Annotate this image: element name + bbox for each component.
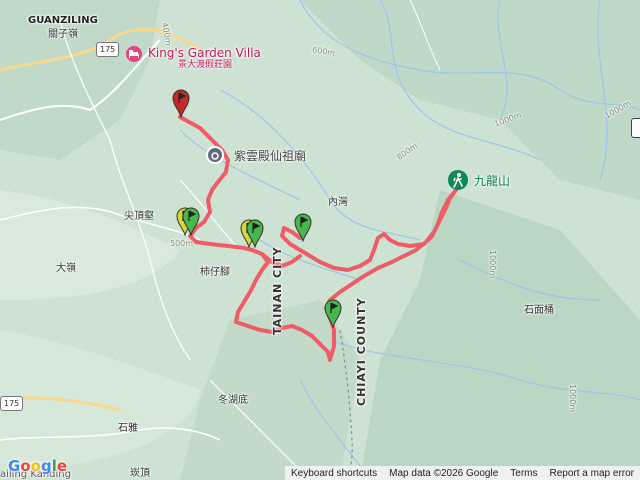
town-name-zh: 關子嶺 [48,29,78,40]
peak-name[interactable]: 九龍山 [474,175,510,187]
place-label: 柿仔腳 [200,267,230,278]
town-name-en: GUANZILING [28,15,98,26]
hotel-icon[interactable] [126,46,142,62]
keyboard-shortcuts-link[interactable]: Keyboard shortcuts [285,468,383,479]
route-marker-waypoint-2[interactable] [182,206,200,240]
county-label: CHIAYI COUNTY [355,297,368,406]
route-marker-end[interactable] [172,88,190,122]
route-shield: 175 [96,42,120,57]
temple-name[interactable]: 紫雲殿仙祖廟 [234,150,306,162]
place-label: 大嶺 [56,263,76,274]
place-label: 石面桶 [524,305,554,316]
contour-label: 500m [170,239,194,248]
terrain-layer [0,0,640,480]
route-shield: 175 [0,396,24,411]
route-marker-waypoint-5[interactable] [294,212,312,246]
hotel-name[interactable]: King's Garden Villa [148,47,261,59]
place-label: 石雅 [118,423,138,434]
terms-link[interactable]: Terms [504,468,543,479]
route-marker-start[interactable] [324,298,342,332]
hiker-icon[interactable] [448,170,468,190]
attribution-bar: Keyboard shortcuts Map data ©2026 Google… [284,466,640,480]
place-label: 內灣 [328,197,348,208]
report-error-link[interactable]: Report a map error [544,468,640,479]
side-control[interactable] [631,118,640,138]
contour-label: 1000m [568,384,577,413]
temple-icon[interactable] [206,146,224,164]
route-marker-waypoint-4[interactable] [246,218,264,252]
place-label: 尖頂壑 [124,211,154,222]
place-label: 冬湖底 [218,395,248,406]
google-logo: Google [8,457,68,475]
map-canvas[interactable]: GUANZILING 關子嶺 175 175 King's Garden Vil… [0,0,640,480]
county-label: TAINAN CITY [271,246,284,335]
place-label: 崁頂 [130,468,150,479]
contour-label: 1000m [488,250,497,279]
hotel-name-zh: 景大渡假莊園 [178,60,233,70]
map-data-credit: Map data ©2026 Google [389,467,499,479]
